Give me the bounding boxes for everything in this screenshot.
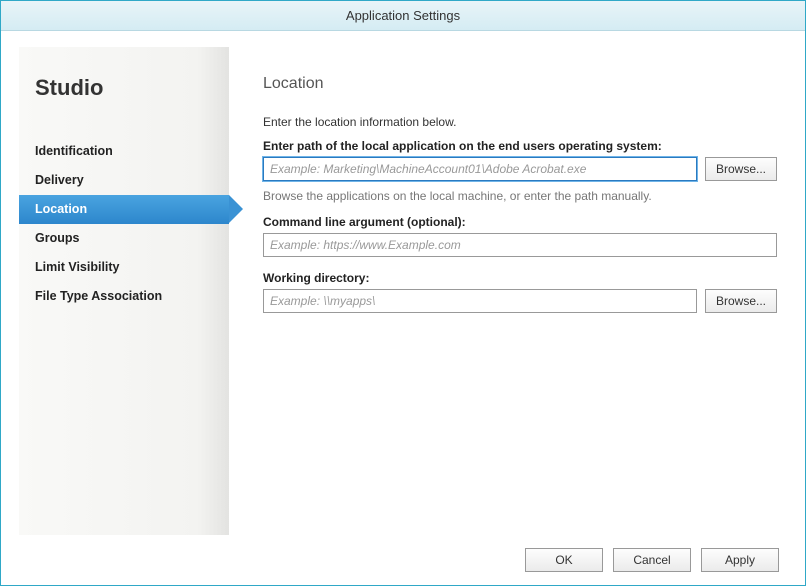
apply-button[interactable]: Apply [701, 548, 779, 572]
sidebar-item-label: Identification [35, 144, 113, 158]
sidebar-item-file-type-association[interactable]: File Type Association [19, 282, 229, 311]
sidebar-item-limit-visibility[interactable]: Limit Visibility [19, 253, 229, 282]
cmd-input[interactable] [263, 233, 777, 257]
sidebar-item-label: Limit Visibility [35, 260, 120, 274]
page-title: Location [263, 75, 777, 93]
sidebar: Studio Identification Delivery Location … [19, 47, 229, 535]
cmd-label: Command line argument (optional): [263, 215, 777, 229]
cancel-button[interactable]: Cancel [613, 548, 691, 572]
sidebar-item-label: Groups [35, 231, 79, 245]
wd-input[interactable] [263, 289, 697, 313]
sidebar-item-identification[interactable]: Identification [19, 137, 229, 166]
path-hint: Browse the applications on the local mac… [263, 189, 777, 203]
sidebar-item-label: Location [35, 202, 87, 216]
browse-wd-button[interactable]: Browse... [705, 289, 777, 313]
path-input[interactable] [263, 157, 697, 181]
sidebar-item-label: File Type Association [35, 289, 162, 303]
browse-path-button[interactable]: Browse... [705, 157, 777, 181]
footer: OK Cancel Apply [1, 535, 805, 585]
window-body: Studio Identification Delivery Location … [1, 31, 805, 535]
cmd-row [263, 233, 777, 257]
sidebar-item-groups[interactable]: Groups [19, 224, 229, 253]
wd-row: Browse... [263, 289, 777, 313]
sidebar-item-delivery[interactable]: Delivery [19, 166, 229, 195]
content-panel: Location Enter the location information … [229, 47, 787, 535]
ok-button[interactable]: OK [525, 548, 603, 572]
sidebar-item-location[interactable]: Location [19, 195, 229, 224]
title-bar: Application Settings [1, 1, 805, 31]
path-row: Browse... [263, 157, 777, 181]
window-title: Application Settings [346, 8, 460, 23]
page-subtitle: Enter the location information below. [263, 115, 777, 129]
sidebar-title: Studio [19, 75, 229, 101]
path-label: Enter path of the local application on t… [263, 139, 777, 153]
wd-label: Working directory: [263, 271, 777, 285]
sidebar-item-label: Delivery [35, 173, 84, 187]
